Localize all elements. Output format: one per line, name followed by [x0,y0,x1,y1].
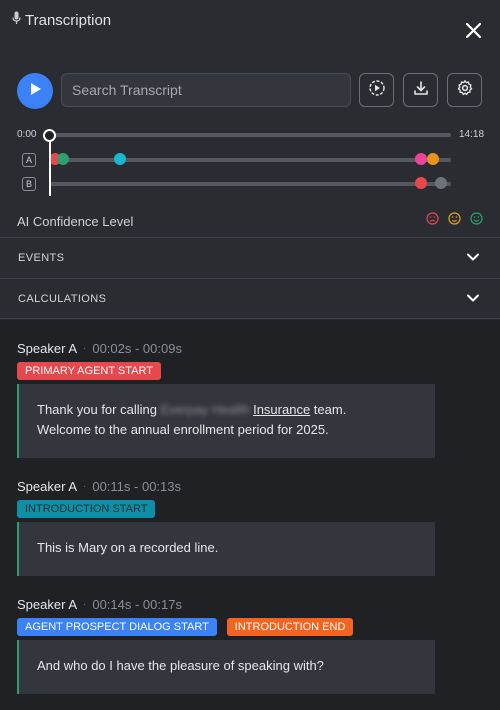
segment-time: 00:11s - 00:13s [92,479,181,494]
close-icon[interactable] [463,20,485,42]
timeline-event-marker[interactable] [56,153,69,165]
transcript-entry: Speaker A · 00:11s - 00:13s INTRODUCTION… [17,479,181,518]
playback-speed-button[interactable] [359,73,394,107]
separator-dot: · [83,481,87,492]
playhead-line [49,136,51,196]
panel-title-text: Transcription [25,11,112,29]
calculations-section-toggle[interactable]: CALCULATIONS [0,278,500,319]
calculations-section-label: CALCULATIONS [18,292,107,305]
transcript-text: And who do I have the pleasure of speaki… [37,658,324,673]
separator-dot: · [83,599,87,610]
timeline-end-time: 14:18 [459,129,485,140]
transcript-bubble: Thank you for calling Everpay Health Ins… [17,384,435,458]
event-tag[interactable]: AGENT PROSPECT DIALOG START [17,618,217,636]
event-tags: AGENT PROSPECT DIALOG START INTRODUCTION… [17,618,354,636]
play-icon [28,82,42,101]
speaker-name: Speaker A [17,341,77,356]
speaker-a-track[interactable] [49,158,451,162]
separator-dot: · [83,343,87,354]
segment-time: 00:14s - 00:17s [92,597,182,612]
timeline-seek-track[interactable] [49,133,451,137]
header-bar: Transcription [0,0,500,56]
speaker-a-tag: A [22,153,36,167]
events-section-toggle[interactable]: EVENTS [0,237,500,278]
search-input[interactable] [61,73,351,107]
transcript-entry: Speaker A · 00:02s - 00:09s PRIMARY AGEN… [17,341,182,380]
panel-title: Transcription [12,11,111,29]
event-tag[interactable]: INTRODUCTION START [17,500,156,518]
transcript-entry: Speaker A · 00:14s - 00:17s AGENT PROSPE… [17,597,354,636]
sad-face-icon [426,212,439,225]
settings-button[interactable] [447,73,482,107]
transcript-text: team. [310,402,347,417]
segment-time: 00:02s - 00:09s [92,341,182,356]
playhead-handle[interactable] [43,129,56,142]
transcript-bubble: This is Mary on a recorded line. [17,522,435,576]
confidence-label: AI Confidence Level [17,214,134,229]
transcript-text: Welcome to the annual enrollment period … [37,422,329,437]
download-button[interactable] [403,73,438,107]
chevron-down-icon [466,249,480,267]
play-button[interactable] [17,73,53,109]
transcript-text: This is Mary on a recorded line. [37,540,219,555]
speaker-name: Speaker A [17,479,77,494]
dashed-play-circle-icon [368,79,386,102]
events-section-label: EVENTS [18,252,65,264]
speaker-line: Speaker A · 00:02s - 00:09s [17,341,182,356]
event-tags: PRIMARY AGENT START [17,362,182,380]
neutral-face-icon [448,212,461,225]
speaker-b-track[interactable] [49,182,451,186]
speaker-line: Speaker A · 00:14s - 00:17s [17,597,353,612]
transcript-bubble: And who do I have the pleasure of speaki… [17,640,435,694]
speaker-b-tag: B [22,177,36,191]
gear-icon [456,79,474,102]
event-tags: INTRODUCTION START [17,500,181,518]
timeline-event-marker[interactable] [435,177,448,189]
timeline-event-marker[interactable] [114,153,126,165]
event-tag[interactable]: INTRODUCTION END [226,618,354,636]
download-icon [412,79,430,102]
redacted-text: Everpay Health [160,402,250,417]
timeline-start-time: 0:00 [17,129,37,140]
microphone-icon [12,11,21,29]
speaker-name: Speaker A [17,597,77,612]
event-tag[interactable]: PRIMARY AGENT START [17,362,161,380]
highlighted-keyword[interactable]: Insurance [253,402,310,417]
transcript-text: Thank you for calling [37,402,161,417]
chevron-down-icon [466,290,480,308]
happy-face-icon [470,212,483,225]
speaker-line: Speaker A · 00:11s - 00:13s [17,479,181,494]
